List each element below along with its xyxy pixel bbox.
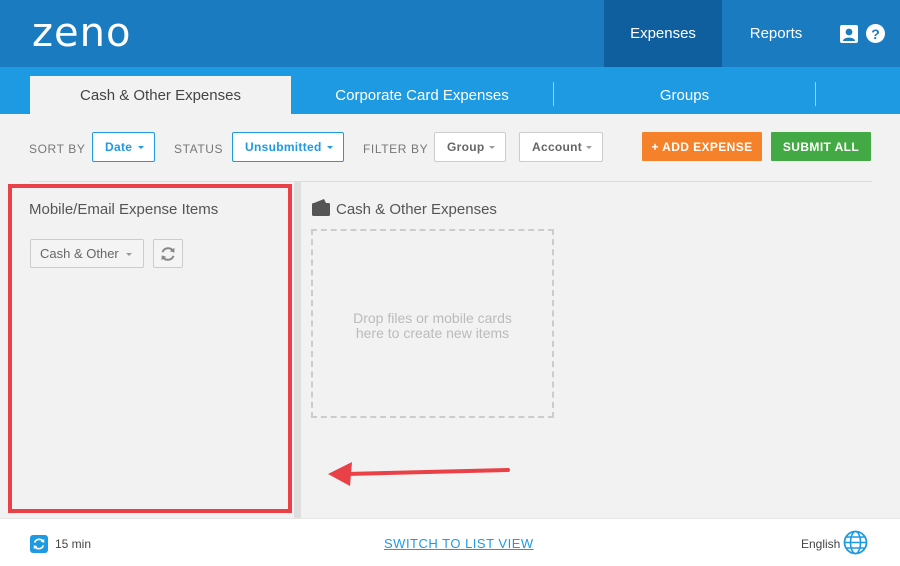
status-label: STATUS <box>174 142 224 156</box>
status-select[interactable]: Unsubmitted <box>232 132 344 162</box>
tab-groups[interactable]: Groups <box>554 76 815 114</box>
switch-to-list-view-link[interactable]: SWITCH TO LIST VIEW <box>384 536 534 551</box>
add-expense-button[interactable]: + ADD EXPENSE <box>642 132 762 161</box>
filter-divider <box>30 181 872 182</box>
account-filter-value: Account <box>532 140 583 154</box>
file-drop-zone[interactable]: Drop files or mobile cards here to creat… <box>311 229 554 418</box>
submit-all-button[interactable]: SUBMIT ALL <box>771 132 871 161</box>
highlight-box <box>8 184 292 513</box>
chevron-down-icon <box>327 146 333 149</box>
top-header: zeno Expenses Reports ? <box>0 0 900 67</box>
language-label[interactable]: English <box>801 537 840 551</box>
chevron-down-icon <box>489 146 495 149</box>
tab-corporate-card[interactable]: Corporate Card Expenses <box>291 76 553 114</box>
sort-by-select[interactable]: Date <box>92 132 155 162</box>
group-filter-select[interactable]: Group <box>434 132 506 162</box>
cash-other-expenses-title: Cash & Other Expenses <box>336 201 497 218</box>
filter-by-label: FILTER BY <box>363 142 429 156</box>
panel-divider[interactable] <box>294 182 301 518</box>
footer-bar: 15 min SWITCH TO LIST VIEW English <box>0 518 900 566</box>
sort-by-label: SORT BY <box>29 142 86 156</box>
nav-reports[interactable]: Reports <box>722 0 830 67</box>
pointer-arrow-icon <box>328 462 510 486</box>
chevron-down-icon <box>586 146 592 149</box>
tab-bar: Cash & Other Expenses Corporate Card Exp… <box>0 67 900 114</box>
refresh-interval: 15 min <box>55 537 92 551</box>
tab-separator <box>815 82 816 106</box>
status-value: Unsubmitted <box>245 140 322 154</box>
account-filter-select[interactable]: Account <box>519 132 603 162</box>
dropzone-text-line2: here to create new items <box>355 324 510 341</box>
dropzone-text-line1: Drop files or mobile cards <box>353 309 512 326</box>
nav-expenses[interactable]: Expenses <box>604 0 722 67</box>
sort-by-value: Date <box>105 140 133 154</box>
zeno-logo[interactable]: zeno <box>32 10 131 56</box>
wallet-icon <box>312 199 330 216</box>
auto-refresh-icon[interactable] <box>30 535 48 553</box>
chevron-down-icon <box>138 146 144 149</box>
tab-cash-other[interactable]: Cash & Other Expenses <box>30 76 291 114</box>
globe-icon[interactable] <box>843 530 868 555</box>
help-icon[interactable]: ? <box>866 24 885 43</box>
user-profile-icon[interactable] <box>840 25 858 43</box>
group-filter-value: Group <box>447 140 485 154</box>
